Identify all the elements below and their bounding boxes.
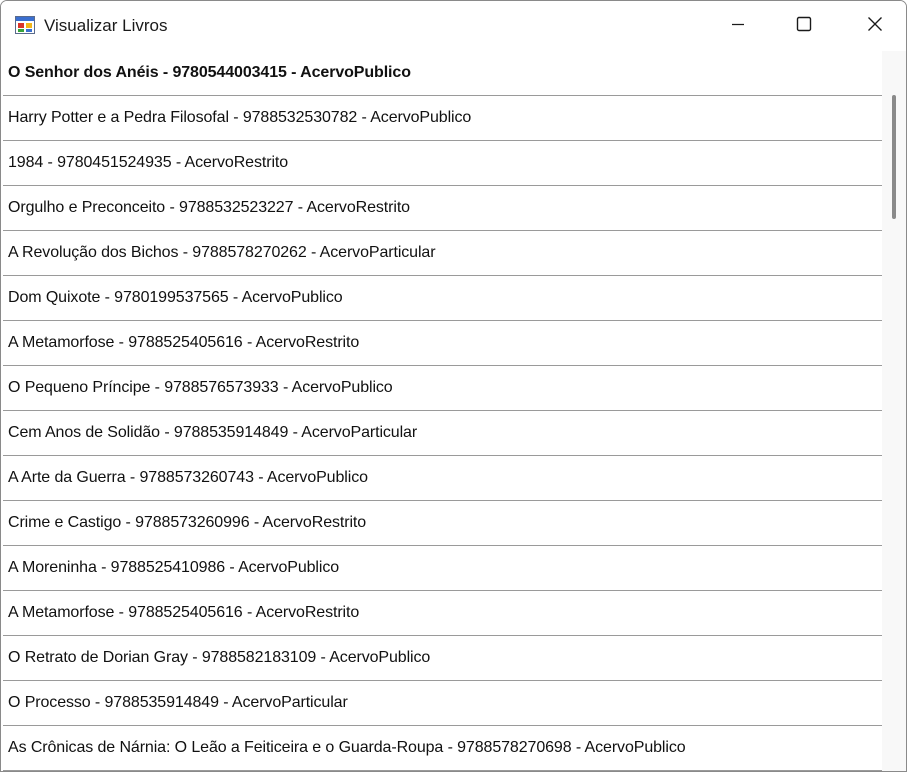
list-item[interactable]: A Moreninha - 9788525410986 - AcervoPubl… <box>3 546 882 591</box>
list-item[interactable]: Cem Anos de Solidão - 9788535914849 - Ac… <box>3 411 882 456</box>
list-item[interactable]: 1984 - 9780451524935 - AcervoRestrito <box>3 141 882 186</box>
list-item[interactable]: O Retrato de Dorian Gray - 9788582183109… <box>3 636 882 681</box>
list-item[interactable]: A Metamorfose - 9788525405616 - AcervoRe… <box>3 321 882 366</box>
window-title: Visualizar Livros <box>44 16 168 35</box>
minimize-icon <box>731 17 745 36</box>
book-list[interactable]: O Senhor dos Anéis - 9780544003415 - Ace… <box>3 51 882 771</box>
list-item-selected[interactable]: O Senhor dos Anéis - 9780544003415 - Ace… <box>3 51 882 96</box>
list-item[interactable]: Crime e Castigo - 9788573260996 - Acervo… <box>3 501 882 546</box>
list-item[interactable]: As Crônicas de Nárnia: O Leão a Feiticei… <box>3 726 882 771</box>
close-button[interactable] <box>840 1 906 51</box>
title-bar[interactable]: Visualizar Livros <box>1 1 906 51</box>
scrollbar-thumb[interactable] <box>892 95 896 219</box>
minimize-button[interactable] <box>703 1 773 51</box>
list-item[interactable]: O Pequeno Príncipe - 9788576573933 - Ace… <box>3 366 882 411</box>
vertical-scrollbar[interactable] <box>882 51 906 771</box>
list-item[interactable]: O Processo - 9788535914849 - AcervoParti… <box>3 681 882 726</box>
list-item[interactable]: Dom Quixote - 9780199537565 - AcervoPubl… <box>3 276 882 321</box>
list-item[interactable]: Harry Potter e a Pedra Filosofal - 97885… <box>3 96 882 141</box>
list-item[interactable]: A Arte da Guerra - 9788573260743 - Acerv… <box>3 456 882 501</box>
list-item[interactable]: A Revolução dos Bichos - 9788578270262 -… <box>3 231 882 276</box>
list-item[interactable]: Orgulho e Preconceito - 9788532523227 - … <box>3 186 882 231</box>
windows-form-icon[interactable] <box>15 16 35 34</box>
maximize-button[interactable] <box>769 1 839 51</box>
app-window: Visualizar Livros O Senhor dos Anéis - 9… <box>0 0 907 772</box>
list-item[interactable]: A Metamorfose - 9788525405616 - AcervoRe… <box>3 591 882 636</box>
maximize-icon <box>796 16 812 37</box>
close-icon <box>867 16 883 37</box>
